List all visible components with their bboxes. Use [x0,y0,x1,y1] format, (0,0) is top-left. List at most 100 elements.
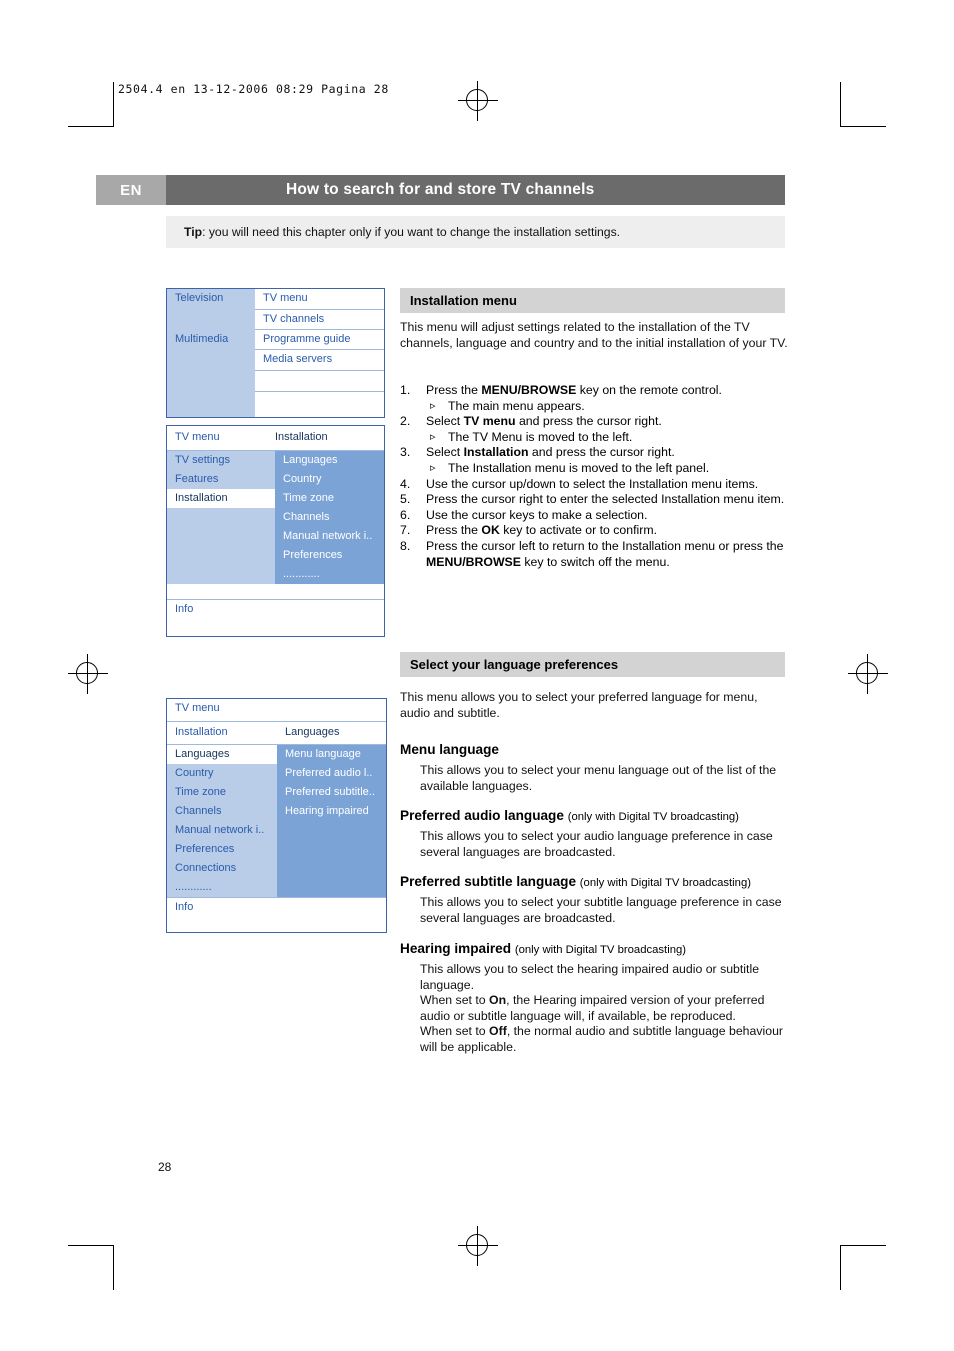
step-number: 2. [400,414,411,429]
osd3-item-country: Country [167,764,277,783]
osd2-left-column: TV settings Features Installation [167,451,275,599]
osd3-sub-preferred-audio: Preferred audio l.. [277,764,386,783]
step-text-pre: Use the cursor keys to make a selection. [426,507,648,522]
osd3-footer: Info [167,897,386,934]
osd2-body: TV settings Features Installation Langua… [167,451,384,599]
osd-installation-menu: TV menu Installation TV settings Feature… [166,425,385,637]
subheading-title: Hearing impaired [400,941,512,956]
osd3-item-connections: Connections [167,859,277,878]
osd2-right-column: Languages Country Time zone Channels Man… [275,451,384,599]
step-item: 3. Select Installation and press the curs… [400,445,795,476]
section-heading-installation: Installation menu [400,288,785,313]
osd3-sub-hearing-impaired: Hearing impaired [277,802,386,821]
step-text-bold: MENU/BROWSE [426,554,521,569]
step-text-post: key on the remote control. [576,383,722,397]
crop-mark-tl-v [113,82,114,127]
step-text-pre: Use the cursor up/down to select the Ins… [426,476,759,491]
osd1-left-spacer [167,371,255,392]
osd2-sub-preferences: Preferences [275,546,384,565]
osd2-item-empty [167,508,275,527]
osd2-item-empty [167,546,275,565]
crop-mark-tl-h [68,126,114,127]
osd2-sub-languages: Languages [275,451,384,470]
subheading-preferred-audio: Preferred audio language (only with Digi… [400,808,739,823]
osd3-sub-empty [277,878,386,897]
language-badge: EN [96,175,166,205]
step-text-pre: Select [426,445,464,460]
document-page: 2504.4 en 13-12-2006 08:29 Pagina 28 EN … [0,0,954,1351]
crop-mark-tr-v [840,82,841,127]
step-item: 5. Press the cursor right to enter the se… [400,492,795,508]
osd2-sub-manual-network: Manual network i.. [275,527,384,546]
osd3-subtitle-row: Installation Languages [167,722,386,745]
crop-mark-br-h [840,1245,886,1246]
step-text-bold: MENU/BROWSE [481,383,577,397]
crop-mark-bl-v [113,1245,114,1290]
step-text-pre: Press the cursor left to return to the I… [426,538,784,553]
osd2-sub-country: Country [275,470,384,489]
installation-steps: 1. Press the MENU/BROWSE key on the remot… [400,383,795,570]
subheading-qualifier: (only with Digital TV broadcasting) [567,811,739,823]
step-item: 7. Press the OK key to activate or to con… [400,523,795,539]
osd3-subtitle-left: Installation [175,726,228,738]
print-header: 2504.4 en 13-12-2006 08:29 Pagina 28 [118,82,389,96]
osd3-item-preferences: Preferences [167,840,277,859]
osd2-sub-empty [275,584,384,599]
tip-text: : you will need this chapter only if you… [202,225,621,239]
step-substep: The TV Menu is moved to the left. [426,430,795,446]
registration-mark-top [458,81,498,121]
osd1-left-spacer [167,350,255,371]
osd3-subtitle-right: Languages [285,726,340,738]
step-text-bold: Installation [463,445,529,460]
language-intro: This menu allows you to select your pref… [400,690,758,720]
osd2-title-row: TV menu Installation [167,426,384,451]
step-item: 1. Press the MENU/BROWSE key on the remot… [400,383,795,414]
osd3-item-time-zone: Time zone [167,783,277,802]
osd2-title-right: Installation [275,431,328,443]
osd2-item-installation-selected: Installation [167,489,275,508]
step-text-pre: Press the cursor right to enter the sele… [426,492,785,507]
osd3-item-manual-network: Manual network i.. [167,821,277,840]
body-menu-language: This allows you to select your menu lang… [420,763,777,793]
registration-mark-left [68,654,108,694]
osd1-left-item: Multimedia [175,333,229,345]
osd3-sub-empty [277,840,386,859]
osd3-body: Languages Country Time zone Channels Man… [167,745,386,897]
osd2-item-features: Features [167,470,275,489]
installation-intro: This menu will adjust settings related t… [400,320,788,350]
crop-mark-br-v [840,1245,841,1290]
page-title: How to search for and store TV channels [166,175,785,205]
osd1-left-column: Television Multimedia [167,289,255,417]
subheading-title: Menu language [400,742,499,757]
subheading-title: Preferred subtitle language [400,874,577,889]
crop-mark-tr-h [840,126,886,127]
tip-label: Tip [184,225,203,239]
registration-mark-bottom [458,1226,498,1266]
osd3-item-channels: Channels [167,802,277,821]
crop-mark-bl-h [68,1245,114,1246]
osd3-info-label: Info [175,901,194,913]
body-preferred-audio: This allows you to select your audio lan… [420,829,773,859]
osd3-title: TV menu [175,702,220,714]
osd3-sub-empty [277,821,386,840]
step-text-pre: Press the [426,523,482,538]
osd1-item-empty [255,371,384,392]
subheading-title: Preferred audio language [400,808,564,823]
subheading-qualifier: (only with Digital TV broadcasting) [514,944,687,956]
tip-banner: Tip: you will need this chapter only if … [166,216,785,248]
registration-mark-right [848,654,888,694]
osd1-right-column: TV menu TV channels Programme guide Medi… [255,289,384,417]
step-item: 8. Press the cursor left to return to the… [400,539,795,570]
step-text-bold: TV menu [463,414,516,429]
osd1-left-spacer [167,310,255,330]
subheading-qualifier: (only with Digital TV broadcasting) [579,877,751,889]
step-text-post: and press the cursor right. [528,445,675,460]
osd2-item-empty [167,527,275,546]
osd2-sub-more: ............ [275,565,384,584]
step-text-post: and press the cursor right. [515,414,662,429]
subheading-hearing-impaired: Hearing impaired (only with Digital TV b… [400,941,686,956]
osd1-item-tv-channels: TV channels [255,310,384,330]
osd2-item-empty [167,584,275,599]
hearing-line-2: When set to On, the Hearing impaired ver… [420,993,765,1023]
step-item: 6. Use the cursor keys to make a selectio… [400,508,795,524]
